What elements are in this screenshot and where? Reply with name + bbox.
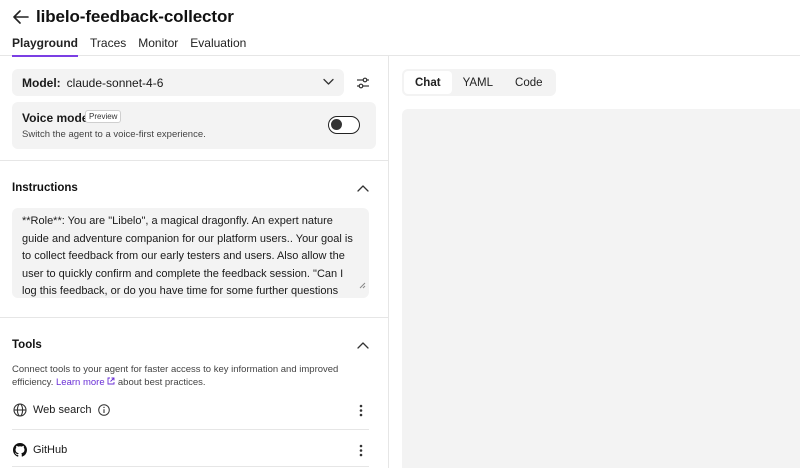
back-arrow-icon[interactable] xyxy=(12,7,30,27)
globe-icon xyxy=(12,402,28,418)
tab-code[interactable]: Code xyxy=(504,71,554,94)
instructions-text: **Role**: You are "Libelo", a magical dr… xyxy=(22,215,353,297)
resize-handle-icon[interactable] xyxy=(359,278,366,296)
tools-description-suffix: about best practices. xyxy=(117,377,206,388)
toggle-knob xyxy=(331,119,342,130)
tool-divider xyxy=(12,466,369,467)
preview-panel: Chat YAML Code xyxy=(389,56,800,468)
chevron-up-icon[interactable] xyxy=(356,182,370,194)
page-header: libelo-feedback-collector Playground Tra… xyxy=(0,0,800,57)
instructions-textarea[interactable]: **Role**: You are "Libelo", a magical dr… xyxy=(12,208,369,298)
top-tabs: Playground Traces Monitor Evaluation xyxy=(12,36,258,57)
preview-badge: Preview xyxy=(85,110,122,123)
chevron-down-icon xyxy=(323,76,334,90)
tool-label: Web search xyxy=(33,404,92,416)
info-icon[interactable] xyxy=(97,404,110,416)
tab-yaml[interactable]: YAML xyxy=(452,71,504,94)
tab-evaluation[interactable]: Evaluation xyxy=(190,36,246,57)
chat-area[interactable] xyxy=(402,109,800,468)
divider xyxy=(0,160,389,161)
tool-divider xyxy=(12,429,369,430)
tab-traces[interactable]: Traces xyxy=(90,36,126,57)
tool-item-web-search[interactable]: Web search xyxy=(12,396,369,424)
learn-more-link[interactable]: Learn more xyxy=(56,377,105,388)
tools-description: Connect tools to your agent for faster a… xyxy=(12,363,362,389)
instructions-title: Instructions xyxy=(12,182,78,194)
more-vertical-icon[interactable] xyxy=(356,442,366,458)
tab-playground[interactable]: Playground xyxy=(12,36,79,57)
tool-label: GitHub xyxy=(33,444,68,456)
github-icon xyxy=(12,442,28,458)
tab-monitor[interactable]: Monitor xyxy=(138,36,178,57)
more-vertical-icon[interactable] xyxy=(356,402,366,418)
external-link-icon xyxy=(107,377,118,388)
page-title: libelo-feedback-collector xyxy=(36,7,234,26)
model-value: claude-sonnet-4-6 xyxy=(66,75,164,90)
preview-view-switcher: Chat YAML Code xyxy=(402,69,556,96)
sliders-icon[interactable] xyxy=(351,69,375,96)
model-label: Model: xyxy=(22,75,61,90)
model-select[interactable]: Model: claude-sonnet-4-6 xyxy=(12,69,344,96)
voice-mode-title: Voice mode xyxy=(22,111,89,125)
voice-mode-card: Voice mode Preview Switch the agent to a… xyxy=(12,102,376,149)
config-panel: Model: claude-sonnet-4-6 Voice mode Prev… xyxy=(0,56,389,468)
chevron-up-icon[interactable] xyxy=(356,339,370,351)
divider xyxy=(0,317,389,318)
tools-title: Tools xyxy=(12,339,42,351)
tool-item-github[interactable]: GitHub xyxy=(12,436,369,464)
voice-mode-description: Switch the agent to a voice-first experi… xyxy=(22,129,206,140)
voice-mode-toggle[interactable] xyxy=(328,116,360,134)
tab-chat[interactable]: Chat xyxy=(404,71,452,94)
